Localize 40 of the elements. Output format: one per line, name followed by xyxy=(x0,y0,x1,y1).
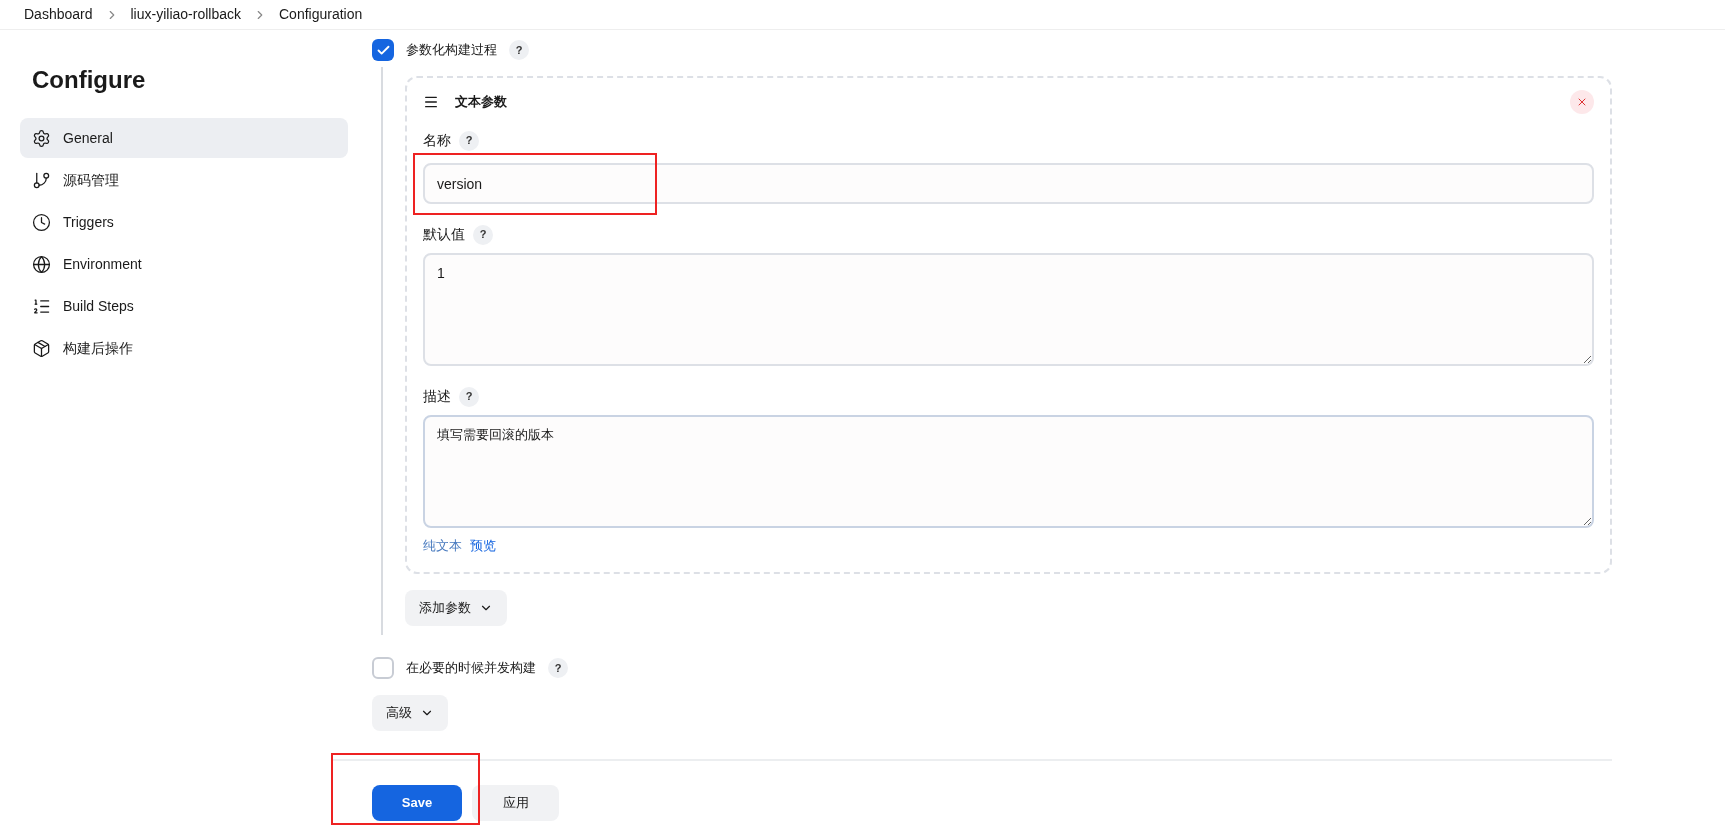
page-title: Configure xyxy=(31,65,147,95)
globe-icon xyxy=(32,254,51,274)
branch-icon xyxy=(32,170,51,190)
settings-icon xyxy=(32,128,51,148)
apply-button[interactable]: 应用 xyxy=(472,785,559,821)
input-field[interactable]: version xyxy=(423,163,1594,204)
help-button[interactable]: ? xyxy=(548,658,568,678)
help-button[interactable]: ? xyxy=(459,130,479,151)
link[interactable]: 预览 xyxy=(470,536,496,556)
breadcrumb-link[interactable]: liux-yiliao-rollback xyxy=(130,4,241,25)
card-title: 文本参数 xyxy=(455,93,507,112)
sidebar-item[interactable]: Triggers xyxy=(20,202,348,242)
checkbox[interactable] xyxy=(372,657,394,679)
breadcrumb-link[interactable]: Dashboard xyxy=(24,4,93,25)
checkbox-label: 在必要的时候并发构建 xyxy=(406,659,536,678)
checkbox-label: 参数化构建过程 xyxy=(406,41,497,60)
help-button[interactable]: ? xyxy=(459,386,479,407)
package-icon xyxy=(32,338,51,358)
field-label: 描述 xyxy=(423,387,451,406)
save-button[interactable]: Save xyxy=(372,785,462,821)
link[interactable]: 纯文本 xyxy=(423,536,462,556)
field-label: 默认值 xyxy=(423,225,465,244)
input-field[interactable]: 填写需要回滚的版本 xyxy=(423,415,1594,528)
sidebar-item[interactable]: 源码管理 xyxy=(20,160,348,200)
input-field[interactable]: 1 xyxy=(423,253,1594,366)
help-button[interactable]: ? xyxy=(509,40,529,60)
close-button[interactable] xyxy=(1570,90,1594,114)
checkbox[interactable] xyxy=(372,39,394,61)
sidebar-item[interactable]: 构建后操作 xyxy=(20,328,348,368)
sidebar-item[interactable]: Build Steps xyxy=(20,286,348,326)
help-button[interactable]: ? xyxy=(473,224,493,245)
drag-handle-icon xyxy=(423,94,439,110)
advanced-button[interactable]: 高级 xyxy=(372,695,448,731)
add-parameter-button[interactable]: 添加参数 xyxy=(405,589,507,626)
close-icon xyxy=(1576,96,1588,108)
clock-icon xyxy=(32,212,51,232)
field-label: 名称 xyxy=(423,131,451,150)
sidebar-item[interactable]: General xyxy=(20,118,348,158)
breadcrumb-link[interactable]: Configuration xyxy=(279,4,363,25)
sidebar-item[interactable]: Environment xyxy=(20,244,348,284)
